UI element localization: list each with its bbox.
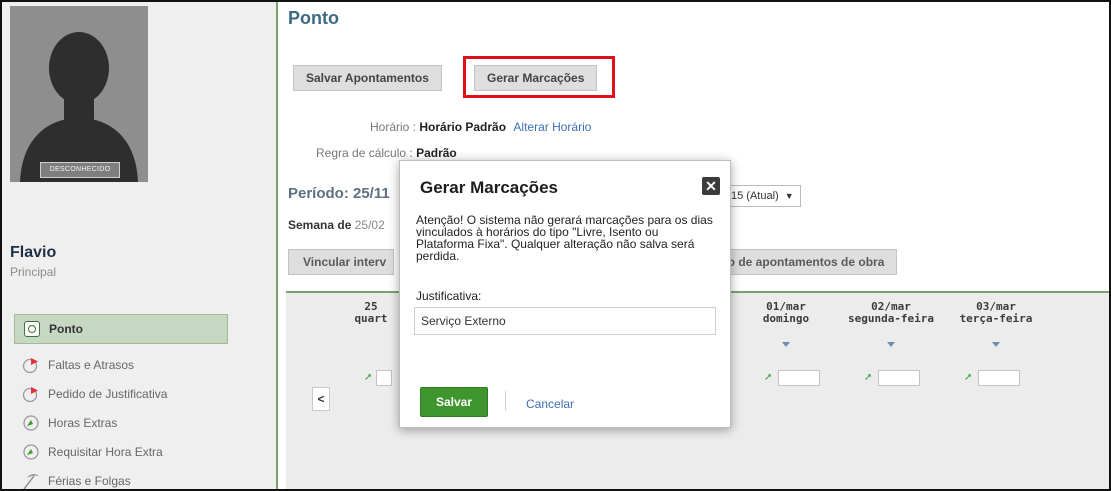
sidebar-item-horas-extras[interactable]: Horas Extras: [14, 408, 228, 437]
highlight-box: [463, 56, 615, 98]
semana-value: 25/02: [354, 218, 385, 232]
entry-arrow-icon: ➚: [864, 372, 873, 383]
clock-flag-icon: [20, 385, 42, 403]
semana-row: Semana de 25/02: [288, 218, 385, 232]
clock-plus-icon: [20, 443, 42, 461]
justificativa-input[interactable]: [414, 307, 716, 335]
sidebar-item-label: Férias e Folgas: [48, 473, 131, 488]
save-button[interactable]: Salvar: [420, 387, 488, 417]
periodo-select[interactable]: 15 (Atual) ▼: [724, 185, 801, 207]
day-header: 25 quart: [351, 301, 391, 325]
chevron-down-icon[interactable]: [992, 342, 1000, 347]
regra-row: Regra de cálculo : Padrão: [316, 146, 457, 160]
dialog-title: Gerar Marcações: [420, 178, 558, 197]
periodo-label: Período: 25/11: [288, 185, 390, 202]
sidebar-item-faltas-atrasos[interactable]: Faltas e Atrasos: [14, 350, 228, 379]
avatar: DESCONHECIDO: [10, 6, 148, 182]
chevron-down-icon[interactable]: [782, 342, 790, 347]
day-header: 01/mar domingo: [751, 301, 821, 325]
sidebar-item-pedido-justificativa[interactable]: Pedido de Justificativa: [14, 379, 228, 408]
sidebar-item-label: Faltas e Atrasos: [48, 357, 135, 372]
sidebar-item-ponto[interactable]: Ponto: [14, 314, 228, 344]
day-header: 02/mar segunda-feira: [846, 301, 936, 325]
periodo-select-value: 15 (Atual): [731, 190, 779, 202]
ponto-icon: [21, 320, 43, 338]
sidebar-menu: Ponto Faltas e Atrasos Pedido de Justifi…: [14, 314, 228, 490]
horario-value: Horário Padrão: [419, 120, 507, 134]
regra-label: Regra de cálculo :: [316, 146, 413, 160]
entry-arrow-icon: ➚: [964, 372, 973, 383]
horario-row: Horário : Horário Padrão Alterar Horário: [370, 120, 591, 134]
regra-value: Padrão: [416, 146, 457, 160]
sidebar-item-label: Requisitar Hora Extra: [48, 444, 163, 459]
sidebar-item-label: Pedido de Justificativa: [48, 386, 168, 401]
salvar-apontamentos-button[interactable]: Salvar Apontamentos: [293, 65, 442, 91]
beach-icon: [20, 472, 42, 490]
page-title: Ponto: [288, 8, 339, 28]
justificativa-label: Justificativa:: [416, 289, 482, 303]
dialog-message: Atenção! O sistema não gerará marcações …: [416, 213, 713, 263]
sidebar-item-label: Ponto: [49, 322, 83, 336]
horario-label: Horário :: [370, 120, 417, 134]
clock-flag-icon: [20, 356, 42, 374]
time-entry-input[interactable]: [978, 370, 1020, 386]
clock-plus-icon: [20, 414, 42, 432]
gerar-marcacoes-dialog: Gerar Marcações ✕ Atenção! O sistema não…: [399, 160, 731, 428]
app-window: DESCONHECIDO Flavio Principal Ponto Falt…: [0, 0, 1111, 491]
chevron-down-icon: ▼: [784, 191, 794, 201]
chevron-down-icon[interactable]: [887, 342, 895, 347]
entry-arrow-icon: ➚: [364, 372, 373, 383]
close-icon[interactable]: ✕: [702, 177, 720, 195]
vincular-intervalo-obra-button[interactable]: valo de apontamentos de obra: [708, 249, 898, 275]
time-entry-input[interactable]: [878, 370, 920, 386]
time-entry-input[interactable]: [778, 370, 820, 386]
avatar-status-tag: DESCONHECIDO: [40, 162, 120, 178]
sidebar-item-requisitar-hora-extra[interactable]: Requisitar Hora Extra: [14, 437, 228, 466]
user-role: Principal: [10, 265, 57, 279]
day-weekday: terça-feira: [959, 312, 1033, 325]
entry-arrow-icon: ➚: [764, 372, 773, 383]
sidebar-item-ferias-folgas[interactable]: Férias e Folgas: [14, 466, 228, 490]
day-weekday: quart: [354, 312, 388, 325]
user-name: Flavio: [10, 244, 57, 261]
day-weekday: segunda-feira: [847, 312, 935, 325]
vincular-intervalo-button[interactable]: Vincular interv: [288, 249, 394, 275]
button-divider: [505, 391, 506, 411]
time-entry-input[interactable]: [376, 370, 392, 386]
sidebar: DESCONHECIDO Flavio Principal Ponto Falt…: [2, 2, 278, 489]
cancel-button[interactable]: Cancelar: [526, 397, 574, 411]
semana-label: Semana de: [288, 218, 352, 232]
day-header: 03/mar terça-feira: [956, 301, 1036, 325]
alterar-horario-link[interactable]: Alterar Horário: [513, 120, 591, 134]
sidebar-item-label: Horas Extras: [48, 415, 118, 430]
day-weekday: domingo: [762, 312, 810, 325]
prev-week-button[interactable]: <: [312, 387, 330, 411]
